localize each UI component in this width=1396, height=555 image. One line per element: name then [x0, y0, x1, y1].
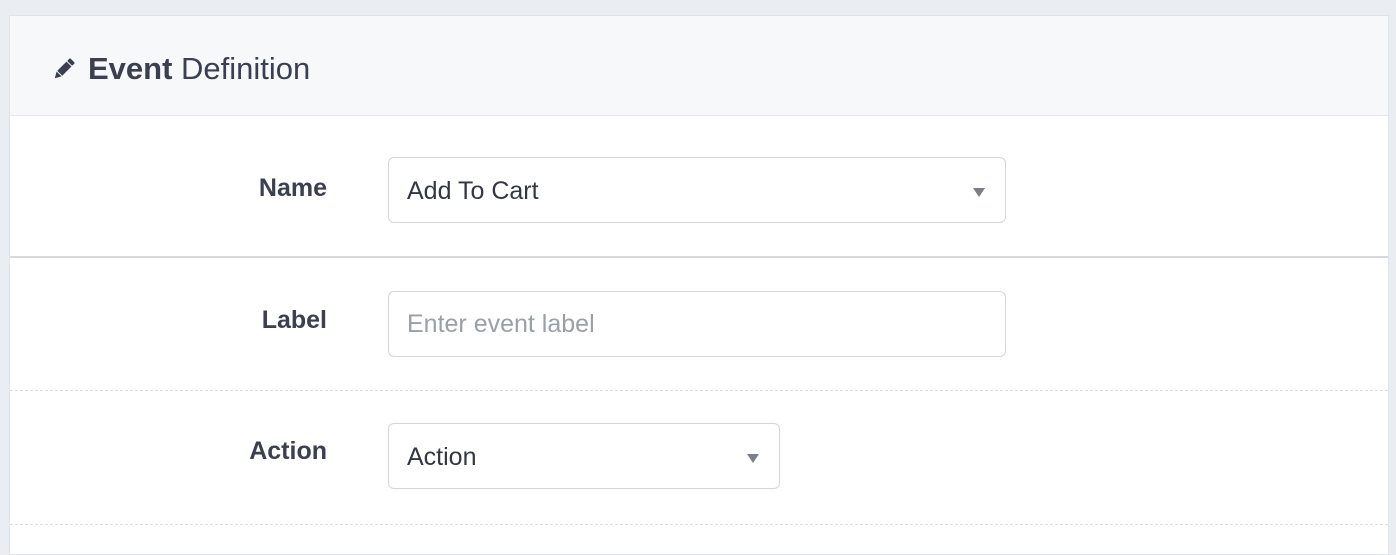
name-row: Name Add To Cart — [10, 116, 1388, 258]
chevron-down-icon — [747, 454, 759, 463]
pencil-icon — [54, 58, 75, 79]
panel-title: Event Definition — [88, 50, 310, 88]
label-row: Label — [10, 258, 1388, 391]
panel-title-rest: Definition — [172, 51, 311, 86]
panel-header: Event Definition — [10, 16, 1388, 116]
event-definition-panel: Event Definition Name Add To Cart Label … — [9, 15, 1389, 555]
chevron-down-icon — [973, 188, 985, 197]
action-select-value: Action — [407, 443, 477, 471]
action-label: Action — [249, 437, 327, 465]
name-select[interactable]: Add To Cart — [388, 157, 1006, 223]
panel-title-strong: Event — [88, 51, 173, 86]
name-label: Name — [258, 174, 327, 202]
action-row: Action Action — [10, 391, 1388, 525]
label-input-wrapper — [388, 291, 1006, 357]
label-input[interactable] — [389, 292, 1005, 356]
label-label: Label — [261, 306, 327, 334]
action-select[interactable]: Action — [388, 423, 780, 489]
name-select-value: Add To Cart — [407, 177, 539, 205]
